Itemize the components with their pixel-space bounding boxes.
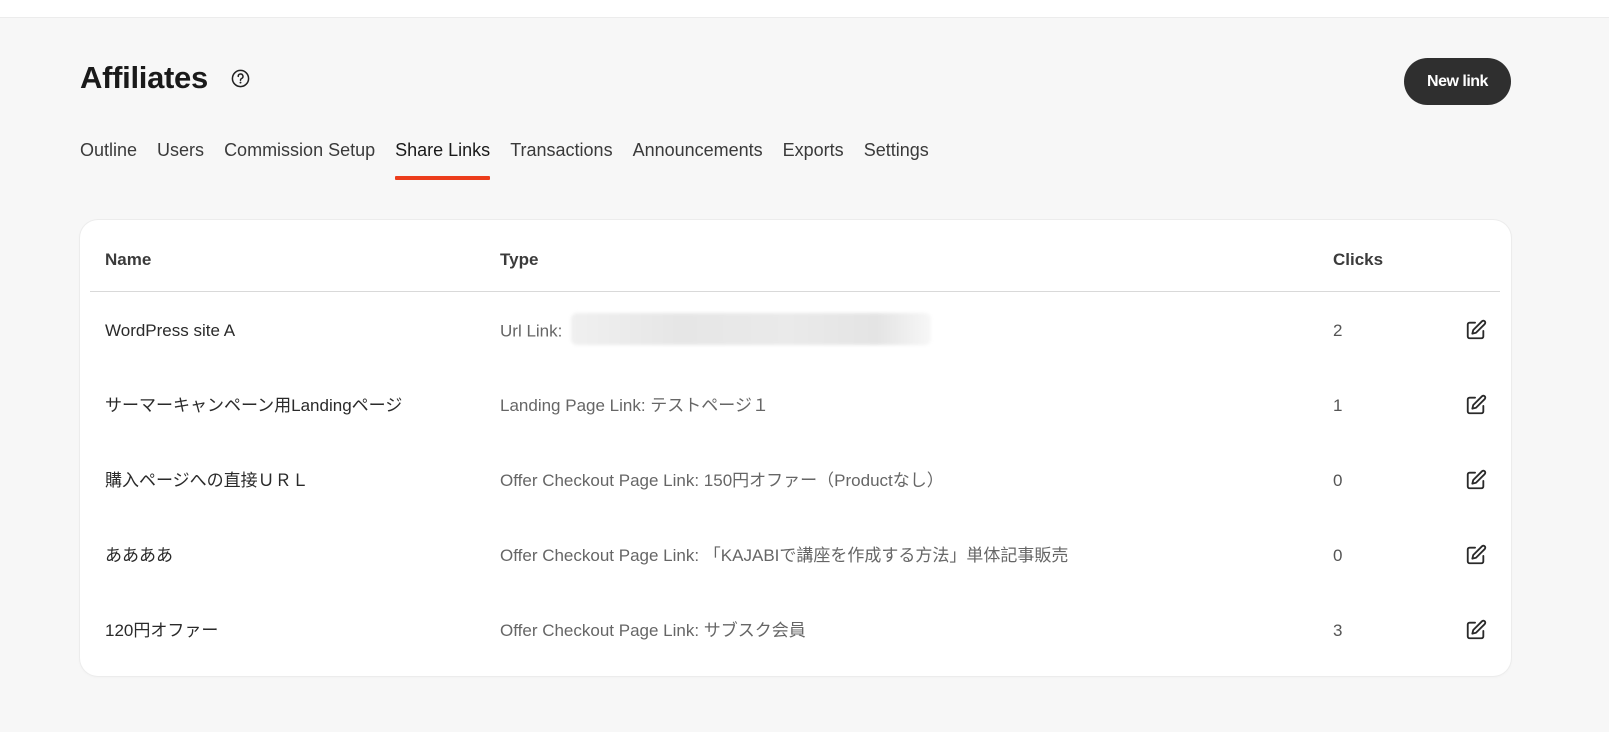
row-type: Landing Page Link: テストページ１ [500, 396, 769, 415]
edit-icon[interactable] [1465, 619, 1487, 641]
row-name: ああああ [105, 546, 173, 565]
column-header-type: Type [500, 250, 539, 269]
table-row: サーマーキャンペーン用Landingページ Landing Page Link:… [90, 368, 1500, 443]
table-row: 購入ページへの直接ＵＲＬ Offer Checkout Page Link: 1… [90, 443, 1500, 518]
row-type: Offer Checkout Page Link: 150円オファー（Produ… [500, 471, 944, 490]
tab-announcements[interactable]: Announcements [633, 138, 763, 182]
tab-share-links[interactable]: Share Links [395, 138, 491, 182]
tab-users[interactable]: Users [157, 138, 204, 182]
tab-settings[interactable]: Settings [864, 138, 929, 182]
new-link-button[interactable]: New link [1404, 58, 1511, 105]
row-type-label: Url Link: [500, 321, 563, 341]
page-title: Affiliates [80, 60, 208, 95]
table-row: WordPress site A Url Link: 2 [90, 293, 1500, 368]
tab-outline[interactable]: Outline [80, 138, 137, 182]
table-header: Name Type Clicks [90, 220, 1500, 292]
row-name: サーマーキャンペーン用Landingページ [105, 396, 403, 415]
share-links-table: Name Type Clicks WordPress site A Url Li… [80, 220, 1511, 676]
tab-bar: Outline Users Commission Setup Share Lin… [80, 138, 929, 182]
row-type: Offer Checkout Page Link: サブスク会員 [500, 621, 806, 640]
table-row: 120円オファー Offer Checkout Page Link: サブスク会… [90, 593, 1500, 668]
row-name: 120円オファー [105, 621, 219, 640]
edit-icon[interactable] [1465, 544, 1487, 566]
table-row: ああああ Offer Checkout Page Link: 「KAJABIで講… [90, 518, 1500, 593]
row-clicks: 1 [1333, 396, 1343, 415]
edit-icon[interactable] [1465, 319, 1487, 341]
tab-transactions[interactable]: Transactions [510, 138, 612, 182]
edit-icon[interactable] [1465, 394, 1487, 416]
row-clicks: 2 [1333, 321, 1343, 340]
help-circle-icon[interactable] [231, 69, 250, 88]
tab-exports[interactable]: Exports [783, 138, 844, 182]
row-type: Offer Checkout Page Link: 「KAJABIで講座を作成す… [500, 546, 1069, 565]
top-bar [0, 0, 1609, 18]
row-type: Url Link: [500, 313, 932, 345]
row-clicks: 0 [1333, 546, 1343, 565]
column-header-clicks: Clicks [1333, 250, 1384, 269]
row-clicks: 3 [1333, 621, 1343, 640]
row-name: 購入ページへの直接ＵＲＬ [105, 471, 309, 490]
row-clicks: 0 [1333, 471, 1343, 490]
edit-icon[interactable] [1465, 469, 1487, 491]
row-name: WordPress site A [105, 321, 236, 340]
tab-commission-setup[interactable]: Commission Setup [224, 138, 375, 182]
column-header-name: Name [105, 250, 152, 269]
redacted-url [571, 313, 932, 345]
